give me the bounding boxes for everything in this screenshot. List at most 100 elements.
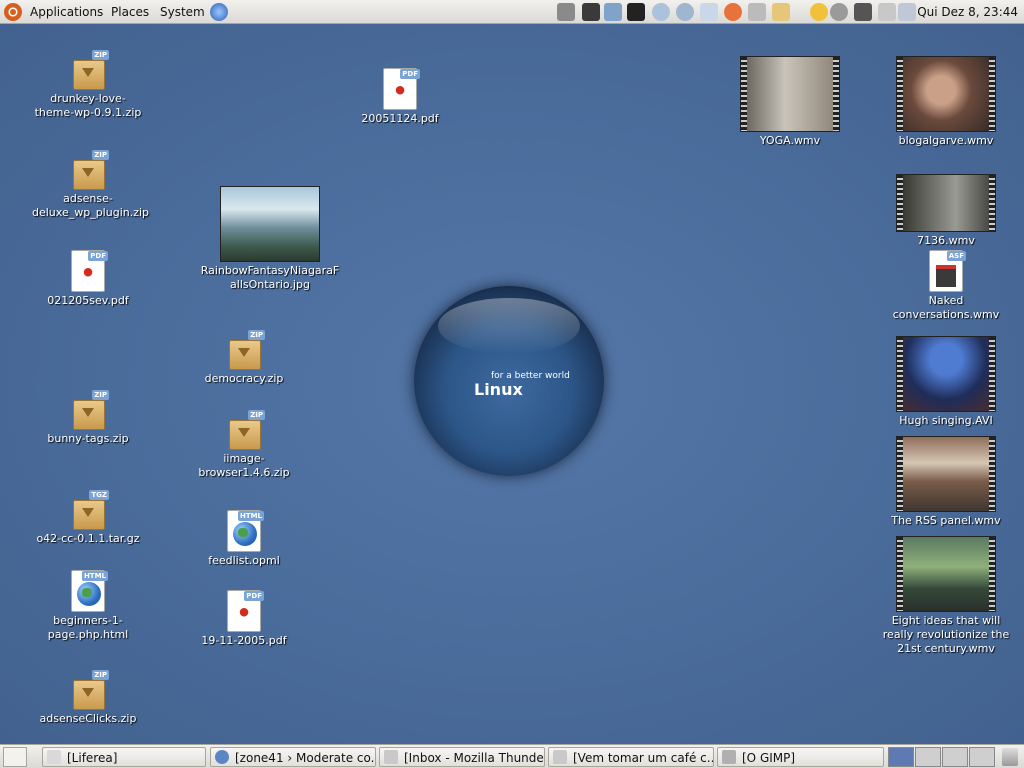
taskbar-item[interactable]: [Inbox - Mozilla Thunde...: [379, 747, 545, 767]
browser-icon: [215, 750, 229, 764]
desktop-icon-zip[interactable]: ZIP democracy.zip: [184, 330, 304, 386]
image-thumbnail: [220, 186, 320, 262]
display-icon[interactable]: [854, 3, 872, 21]
desktop-icon-zip[interactable]: ZIP bunny-tags.zip: [28, 390, 148, 446]
taskbar-item-label: [zone41 › Moderate co...: [235, 751, 376, 765]
desktop-icon-label: feedlist.opml: [208, 554, 280, 567]
desktop-icon-label: adsense-deluxe_wp_plugin.zip: [32, 192, 150, 219]
user-icon[interactable]: [810, 3, 828, 21]
taskbar-item-label: [Liferea]: [67, 751, 118, 765]
desktop-icon-image[interactable]: RainbowFantasyNiagaraFallsOntario.jpg: [196, 186, 344, 292]
desktop-icon-zip[interactable]: ZIP adsense-deluxe_wp_plugin.zip: [28, 150, 150, 220]
camera-icon[interactable]: [748, 3, 766, 21]
desktop-icon-label: bunny-tags.zip: [47, 432, 129, 445]
taskbar-item[interactable]: [Vem tomar um café c...: [548, 747, 714, 767]
trash-icon[interactable]: [1002, 748, 1018, 766]
pdf-document-icon: • PDF: [383, 68, 420, 110]
workspace-2[interactable]: [915, 747, 941, 767]
show-desktop-button[interactable]: [3, 747, 27, 767]
desktop-icon-zip[interactable]: ZIP adsenseClicks.zip: [28, 670, 148, 726]
taskbar-item-label: [O GIMP]: [742, 751, 796, 765]
zip-archive-icon: ZIP: [71, 50, 109, 90]
liferea-icon: [47, 750, 61, 764]
desktop-icon-video[interactable]: The RSS panel.wmv: [886, 436, 1006, 528]
desktop-icon-asf[interactable]: ASF Naked conversations.wmv: [886, 250, 1006, 322]
workspace-4[interactable]: [969, 747, 995, 767]
power-icon[interactable]: [878, 3, 896, 21]
desktop-icon-opml[interactable]: HTML feedlist.opml: [184, 510, 304, 568]
network-icon[interactable]: [557, 3, 575, 21]
desktop-icon-video[interactable]: Eight ideas that will really revolutioni…: [876, 536, 1016, 656]
pdf-document-icon: • PDF: [227, 590, 264, 632]
windows-icon[interactable]: [772, 3, 790, 21]
workspace-3[interactable]: [942, 747, 968, 767]
desktop-icon-label: 19-11-2005.pdf: [201, 634, 287, 647]
desktop-icon-pdf[interactable]: • PDF 19-11-2005.pdf: [184, 590, 304, 648]
image-viewer-icon[interactable]: [604, 3, 622, 21]
desktop-icon-label: RainbowFantasyNiagaraFallsOntario.jpg: [200, 264, 340, 291]
desktop-icon-zip[interactable]: ZIP drunkey-love-theme-wp-0.9.1.zip: [28, 50, 148, 120]
linux-wallpaper-logo: for a better world Linux: [414, 286, 604, 476]
taskbar-item-label: [Inbox - Mozilla Thunde...: [404, 751, 545, 765]
messenger-icon[interactable]: [700, 3, 718, 21]
skype-icon[interactable]: [724, 3, 742, 21]
desktop-icon-video[interactable]: blogalgarve.wmv: [886, 56, 1006, 148]
video-thumbnail: [896, 336, 996, 412]
desktop-icon-label: 7136.wmv: [917, 234, 975, 247]
menu-system[interactable]: System: [160, 0, 205, 24]
taskbar-item[interactable]: [O GIMP]: [717, 747, 884, 767]
clock[interactable]: Qui Dez 8, 23:44: [917, 0, 1018, 24]
gimp-icon: [722, 750, 736, 764]
browser-launcher-icon[interactable]: [210, 3, 228, 21]
wallpaper-word: Linux: [474, 380, 523, 399]
asf-video-icon: ASF: [929, 250, 966, 292]
video-thumbnail: [896, 436, 996, 512]
bottom-panel: [Liferea] [zone41 › Moderate co... [Inbo…: [0, 744, 1024, 768]
taskbar-item[interactable]: [zone41 › Moderate co...: [210, 747, 376, 767]
zip-archive-icon: ZIP: [227, 330, 265, 370]
zip-archive-icon: ZIP: [71, 670, 109, 710]
pdf-document-icon: • PDF: [71, 250, 108, 292]
top-panel: Applications Places System Qui Dez 8, 23…: [0, 0, 1024, 24]
menu-places[interactable]: Places: [111, 0, 149, 24]
video-thumbnail: [896, 56, 996, 132]
status-icon[interactable]: [830, 3, 848, 21]
desktop-icon-video[interactable]: Hugh singing.AVI: [886, 336, 1006, 428]
desktop-icon-label: Eight ideas that will really revolutioni…: [882, 614, 1010, 655]
desktop-icon-label: o42-cc-0.1.1.tar.gz: [36, 532, 140, 545]
desktop-icon-pdf[interactable]: • PDF 20051124.pdf: [340, 68, 460, 126]
video-thumbnail: [740, 56, 840, 132]
taskbar-item[interactable]: [Liferea]: [42, 747, 206, 767]
menu-applications[interactable]: Applications: [30, 0, 103, 24]
html-document-icon: HTML: [71, 570, 108, 612]
video-thumbnail: [896, 174, 996, 232]
desktop-icon-tgz[interactable]: TGZ o42-cc-0.1.1.tar.gz: [28, 490, 148, 546]
desktop-icon-label: democracy.zip: [204, 372, 284, 385]
globe-icon[interactable]: [652, 3, 670, 21]
web-browser-icon[interactable]: [676, 3, 694, 21]
ubuntu-logo-icon[interactable]: [4, 3, 22, 21]
zip-archive-icon: ZIP: [227, 410, 265, 450]
desktop-icon-video[interactable]: 7136.wmv: [886, 174, 1006, 248]
desktop-icon-label: drunkey-love-theme-wp-0.9.1.zip: [34, 92, 142, 119]
desktop-icon-zip[interactable]: ZIP iimage-browser1.4.6.zip: [184, 410, 304, 480]
desktop-icon-pdf[interactable]: • PDF 021205sev.pdf: [28, 250, 148, 308]
desktop-icon-label: YOGA.wmv: [759, 134, 821, 147]
mail-icon: [384, 750, 398, 764]
video-thumbnail: [896, 536, 996, 612]
desktop-icon-label: 20051124.pdf: [361, 112, 439, 125]
desktop-icon-video[interactable]: YOGA.wmv: [730, 56, 850, 148]
tgz-archive-icon: TGZ: [71, 490, 109, 530]
volume-icon[interactable]: [898, 3, 916, 21]
terminal-icon[interactable]: [627, 3, 645, 21]
desktop-icon-label: adsenseClicks.zip: [39, 712, 137, 725]
desktop-icon-label: 021205sev.pdf: [47, 294, 129, 307]
workspace-1[interactable]: [888, 747, 914, 767]
desktop-icon-label: blogalgarve.wmv: [898, 134, 994, 147]
lock-icon[interactable]: [582, 3, 600, 21]
desktop-icon-label: Hugh singing.AVI: [899, 414, 993, 427]
html-document-icon: HTML: [227, 510, 264, 552]
desktop-icon-html[interactable]: HTML beginners-1-page.php.html: [28, 570, 148, 642]
zip-archive-icon: ZIP: [71, 390, 109, 430]
desktop-icon-label: beginners-1-page.php.html: [47, 614, 129, 641]
